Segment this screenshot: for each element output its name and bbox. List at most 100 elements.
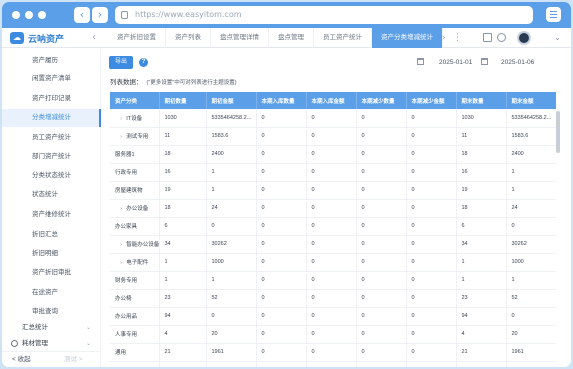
sidebar-item-department-asset-stats[interactable]: 部门资产统计 xyxy=(2,148,101,166)
table-cell: 0 xyxy=(356,181,407,200)
table-row[interactable]: 运输类85555000085555 xyxy=(110,361,556,367)
table-row[interactable]: 财务专用 1 1 0 0 0 0 1 1 xyxy=(110,271,556,290)
column-header[interactable]: 本期入库数量 xyxy=(256,92,307,109)
user-dropdown-chevron-icon[interactable]: ⌄ xyxy=(554,32,561,44)
table-row[interactable]: 办公家具 6 0 0 0 0 0 6 0 xyxy=(110,217,556,236)
table-cell: 0 xyxy=(306,199,357,218)
table-cell: 0 xyxy=(256,307,307,326)
table-cell: 0 xyxy=(306,325,357,344)
table-cell: 34 xyxy=(159,235,207,254)
tab-asset-list[interactable]: 资产列表 xyxy=(166,28,211,48)
browser-menu-icon[interactable] xyxy=(546,7,561,22)
table-row[interactable]: › 智能办公设备 34 30262 0 0 0 0 34 30262 xyxy=(110,235,556,254)
sidebar-item-in-transit-assets[interactable]: 在途资产 xyxy=(2,284,101,302)
table-row[interactable]: 人事专用 4 20 0 0 0 0 4 20 xyxy=(110,325,556,344)
table-cell: 办公家具 xyxy=(110,217,160,236)
column-header[interactable]: 本期减少金额 xyxy=(406,92,457,109)
column-header[interactable]: 本期减少数量 xyxy=(356,92,407,109)
column-header[interactable]: 本期入库金额 xyxy=(306,92,357,109)
table-cell: 0 xyxy=(506,307,556,326)
tabs-scroll-left-icon[interactable]: ‹ xyxy=(92,32,96,44)
fullscreen-icon[interactable] xyxy=(483,33,492,42)
tab-inventory-management[interactable]: 盘点管理 xyxy=(269,28,314,48)
table-row[interactable]: 服务器1 18 2400 0 0 0 0 18 2400 xyxy=(110,145,556,164)
export-button[interactable]: 导出 xyxy=(109,56,133,69)
expand-row-icon[interactable]: › xyxy=(120,260,122,266)
window-minimize-icon[interactable] xyxy=(25,11,33,19)
table-cell: › 办公设备 xyxy=(110,199,160,218)
settings-icon[interactable] xyxy=(497,33,506,42)
tab-category-change-stats[interactable]: 资产分类增减统计 xyxy=(372,28,443,48)
help-icon[interactable]: ? xyxy=(139,58,148,67)
address-bar[interactable]: https://www.easyitom.com xyxy=(115,6,533,24)
sidebar-item-repair-stats[interactable]: 资产维修统计 xyxy=(2,206,101,224)
sidebar: 资产履历 闲置资产清单 资产打印记录 分类增减统计 员工资产统计 部门资产统计 … xyxy=(2,48,101,367)
sidebar-item-status-stats[interactable]: 状态统计 xyxy=(2,186,101,204)
table-cell: 1 xyxy=(159,271,207,290)
table-cell: 0 xyxy=(406,217,457,236)
category-name: IT设备 xyxy=(126,115,143,122)
sidebar-item-idle-assets[interactable]: 闲置资产清单 xyxy=(2,70,101,88)
table-cell: 0 xyxy=(406,307,457,326)
tab-asset-depreciation-settings[interactable]: 资产折旧设置 xyxy=(108,28,166,48)
end-date-input[interactable]: 2025-01-06 xyxy=(501,57,534,68)
sidebar-group-label: 耗材管理 xyxy=(22,340,48,347)
table-cell: 30262 xyxy=(206,235,257,254)
tabs-scroll-right-icon[interactable]: › xyxy=(442,32,446,44)
table-cell: 19 xyxy=(159,181,207,200)
vertical-scrollbar[interactable] xyxy=(556,111,560,153)
table-cell: 1583.6 xyxy=(206,127,257,146)
table-row[interactable]: › IT设备 1030 5335464258.2... 0 0 0 0 1030 53354642… xyxy=(110,109,556,128)
window-maximize-icon[interactable] xyxy=(38,11,46,19)
table-cell: 0 xyxy=(306,127,357,146)
tabs-more-icon[interactable]: ⋮ xyxy=(453,32,462,44)
table-row[interactable]: › 电子配件 1 1000 0 0 0 0 1 1000 xyxy=(110,253,556,272)
sidebar-item-category-change-stats[interactable]: 分类增减统计 xyxy=(2,109,101,127)
sidebar-item-employee-asset-stats[interactable]: 员工资产统计 xyxy=(2,129,101,147)
table-cell: 0 xyxy=(306,253,357,272)
expand-row-icon[interactable]: › xyxy=(120,206,122,212)
column-header[interactable]: 期初金额 xyxy=(206,92,257,109)
table-cell: 0 xyxy=(356,127,407,146)
sidebar-item-depreciation-approval[interactable]: 资产折旧审批 xyxy=(2,264,101,282)
tab-inventory-detail[interactable]: 盘点管理详情 xyxy=(211,28,269,48)
column-header[interactable]: 资产分类 xyxy=(110,92,160,109)
table-row[interactable]: › 办公设备 18 24 0 0 0 0 18 24 xyxy=(110,199,556,218)
table-cell: 18 xyxy=(456,145,507,164)
column-header[interactable]: 期初数量 xyxy=(159,92,207,109)
sidebar-item-depreciation-summary[interactable]: 折旧汇总 xyxy=(2,226,101,244)
table-row[interactable]: › 测试专用 11 1583.6 0 0 0 0 11 1583.6 xyxy=(110,127,556,146)
forward-icon[interactable]: › xyxy=(92,7,108,23)
sidebar-item-category-status-stats[interactable]: 分类状态统计 xyxy=(2,167,101,185)
back-icon[interactable]: ‹ xyxy=(74,7,90,23)
collapse-sidebar-button[interactable]: < 收起 xyxy=(12,352,31,367)
avatar[interactable] xyxy=(517,31,531,45)
expand-row-icon[interactable]: › xyxy=(120,242,122,248)
table-row[interactable]: 房屋建筑物 19 1 0 0 0 0 19 1 xyxy=(110,181,556,200)
table-cell: 6 xyxy=(456,217,507,236)
start-date-input[interactable]: 2025-01-01 xyxy=(439,57,472,68)
table-row[interactable]: 通用 21 1961 0 0 0 0 21 1961 xyxy=(110,343,556,362)
column-header[interactable]: 期末金额 xyxy=(506,92,556,109)
sidebar-item-asset-history[interactable]: 资产履历 xyxy=(2,52,101,70)
toolbar: 导出 ? 2025-01-01 2025-01-06 xyxy=(109,56,564,69)
sidebar-item-print-records[interactable]: 资产打印记录 xyxy=(2,90,101,108)
table-cell: 0 xyxy=(306,271,357,290)
expand-row-icon[interactable]: › xyxy=(120,134,122,140)
table-cell: 服务器1 xyxy=(110,145,160,164)
sidebar-item-depreciation-detail[interactable]: 折旧明细 xyxy=(2,245,101,263)
table-row[interactable]: 办公椅 23 52 0 0 0 0 23 52 xyxy=(110,289,556,308)
table-cell: 0 xyxy=(306,307,357,326)
table-row[interactable]: 办公用品 94 0 0 0 0 0 94 0 xyxy=(110,307,556,326)
window-close-icon[interactable] xyxy=(12,11,20,19)
table-cell: › 智能办公设备 xyxy=(110,235,160,254)
table-row[interactable]: 行政专用 16 1 0 0 0 0 16 1 xyxy=(110,163,556,182)
table-cell: 0 xyxy=(356,199,407,218)
expand-row-icon[interactable]: › xyxy=(120,116,122,122)
table-cell: 8 xyxy=(159,361,207,367)
table-cell: 0 xyxy=(406,199,457,218)
table-cell: 2400 xyxy=(506,145,556,164)
column-header[interactable]: 期末数量 xyxy=(456,92,507,109)
tab-employee-asset-stats[interactable]: 员工资产统计 xyxy=(314,28,372,48)
table-cell: 0 xyxy=(256,163,307,182)
